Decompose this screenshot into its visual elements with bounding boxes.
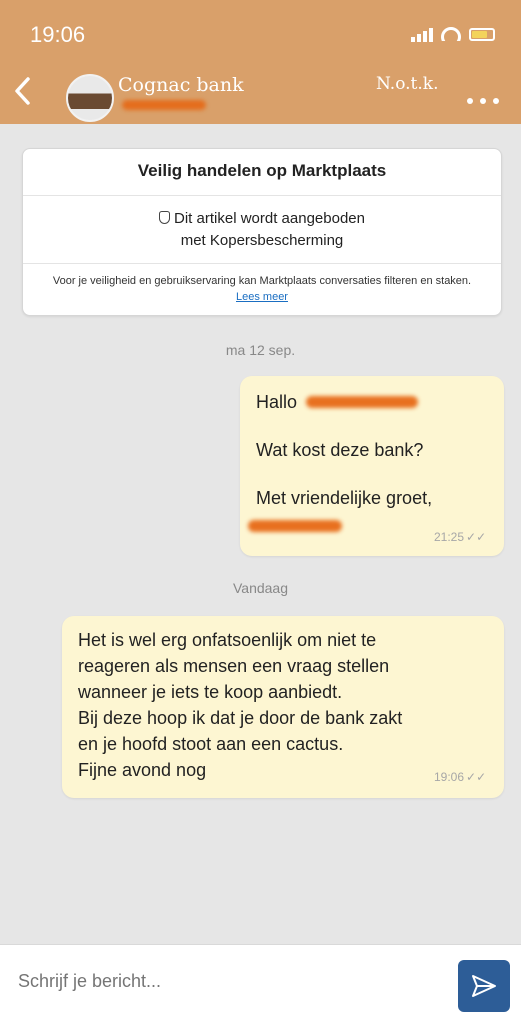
double-check-icon: ✓✓ [466, 770, 487, 784]
buyer-protection-info: Dit artikel wordt aangeboden met Kopersb… [23, 208, 501, 252]
message-time: 21:25 ✓✓ [434, 530, 486, 544]
send-button[interactable] [458, 960, 510, 1012]
message-time: 19:06 ✓✓ [434, 770, 486, 784]
message-line: wanneer je iets te koop aanbiedt. [78, 682, 343, 702]
redaction-mark [306, 396, 418, 408]
read-more-link[interactable]: Lees meer [236, 291, 288, 303]
message-composer [0, 944, 521, 1025]
redaction-mark [122, 100, 206, 110]
seller-name[interactable]: Cognac bank [118, 74, 244, 96]
message-line: Wat kost deze bank? [256, 440, 424, 460]
chat-header: 19:06 Cognac bank N.o.t.k. [0, 0, 521, 124]
divider [23, 195, 501, 196]
message-line: Met vriendelijke groet, [256, 488, 433, 508]
message-time-text: 21:25 [434, 530, 465, 544]
more-dots-icon [467, 98, 499, 104]
signal-icon [411, 26, 433, 42]
status-time: 19:06 [30, 22, 86, 47]
battery-icon [469, 27, 495, 41]
buyer-protection-line1: Dit artikel wordt aangeboden [174, 210, 365, 227]
shield-icon [159, 211, 171, 224]
date-separator: ma 12 sep. [225, 342, 296, 358]
double-check-icon: ✓✓ [466, 530, 487, 544]
message-line: reageren als mensen een vraag stellen [78, 656, 390, 676]
message-line: en je hoofd stoot aan een cactus. [78, 734, 344, 754]
seller-avatar[interactable] [66, 74, 114, 122]
safety-note: Voor je veiligheid en gebruikservaring k… [43, 273, 481, 305]
seller-alias[interactable]: N.o.t.k. [376, 74, 438, 94]
message-input[interactable] [18, 971, 418, 992]
message-line: Bij deze hoop ik dat je door de bank zak… [78, 708, 403, 728]
message-bubble-sent[interactable]: Het is wel erg onfatsoenlijk om niet te … [62, 616, 504, 798]
message-line: Hallo [256, 392, 298, 412]
send-icon [472, 975, 496, 997]
status-icons [411, 26, 495, 42]
wifi-icon [441, 27, 461, 41]
message-bubble-sent[interactable]: Hallo Wat kost deze bank? Met vriendelij… [240, 376, 504, 556]
message-line: Fijne avond nog [78, 760, 207, 780]
divider [23, 263, 501, 264]
more-button[interactable] [466, 84, 500, 110]
message-time-text: 19:06 [434, 770, 465, 784]
date-separator: Vandaag [232, 580, 288, 596]
chevron-left-icon [15, 77, 30, 105]
safety-note-text: Voor je veiligheid en gebruikservaring k… [52, 275, 472, 287]
message-line: Het is wel erg onfatsoenlijk om niet te [78, 630, 377, 650]
redaction-mark [248, 520, 342, 532]
buyer-protection-line2: met Kopersbescherming [180, 232, 344, 249]
safety-card: Veilig handelen op Marktplaats Dit artik… [22, 148, 502, 316]
safety-card-title: Veilig handelen op Marktplaats [137, 161, 387, 180]
back-button[interactable] [12, 76, 32, 112]
